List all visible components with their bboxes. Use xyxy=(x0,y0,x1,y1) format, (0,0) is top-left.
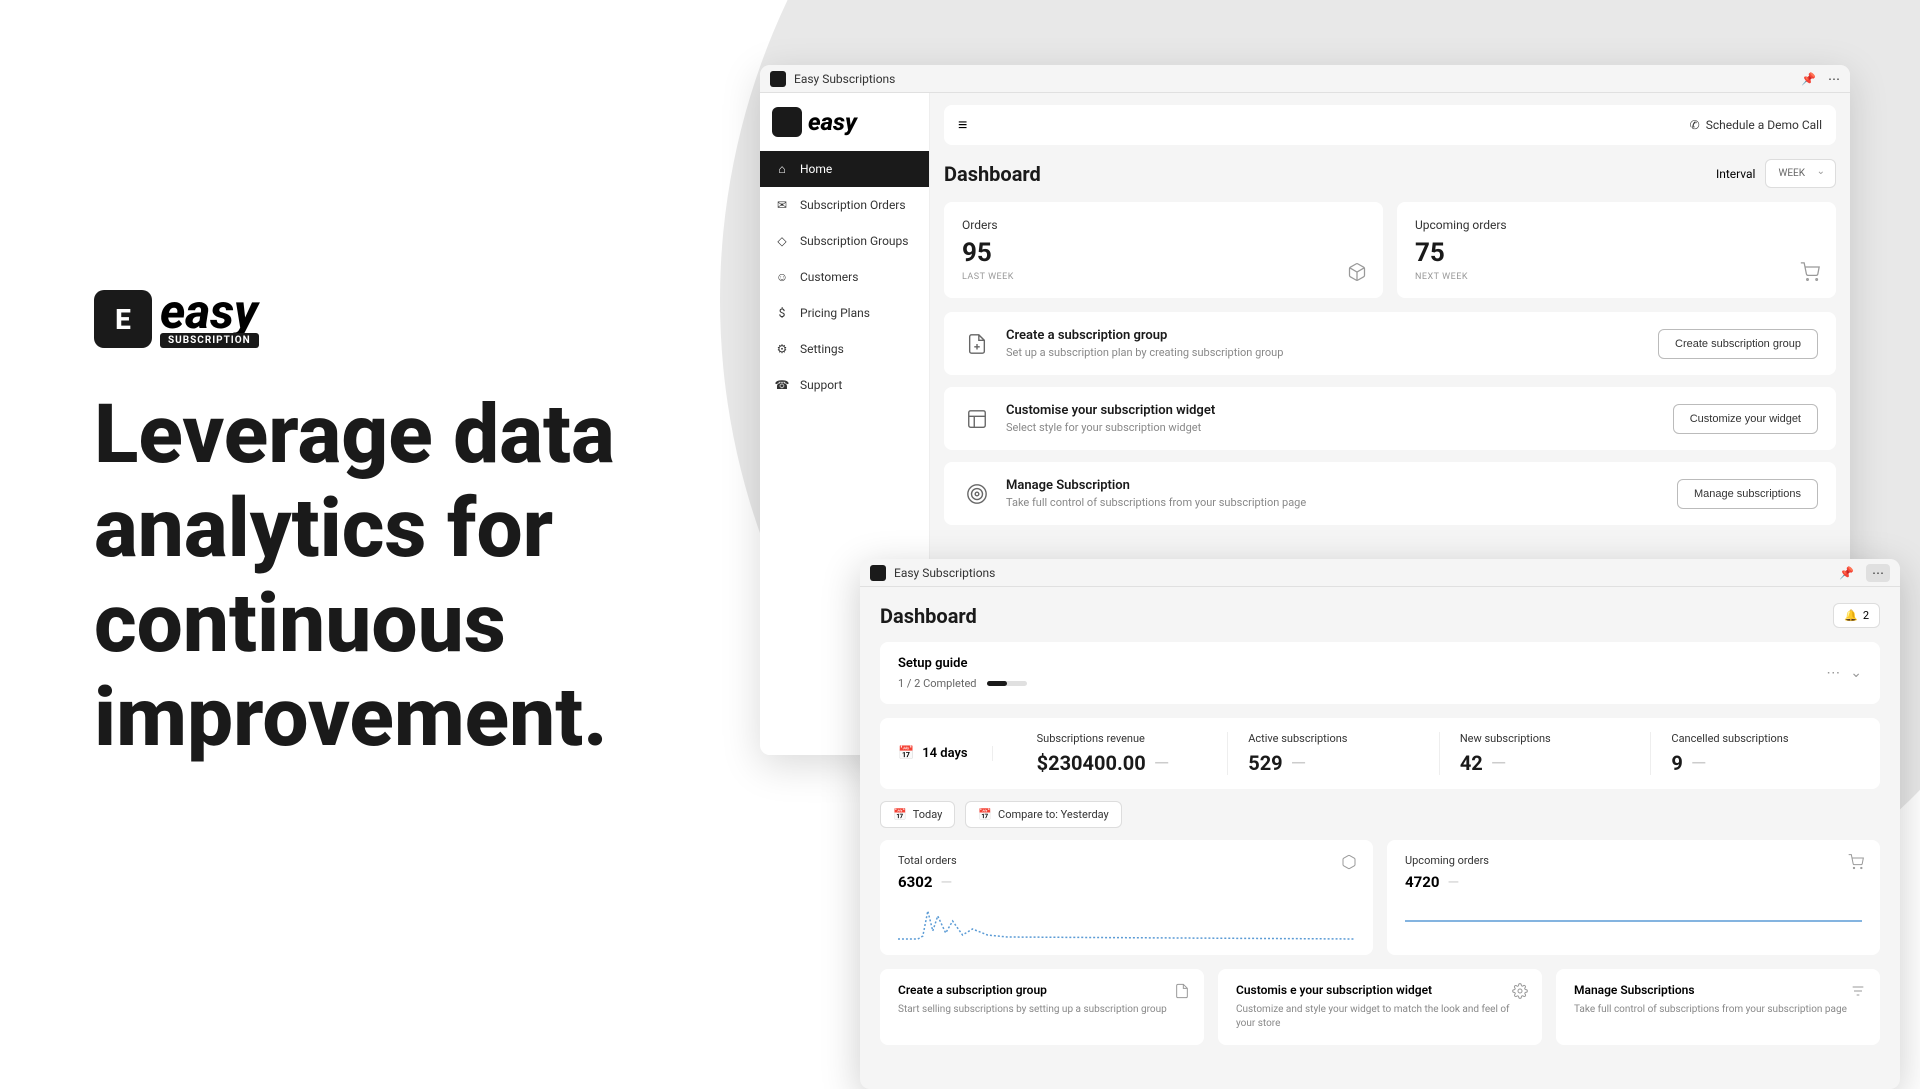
sidebar-item-settings[interactable]: ⚙ Settings xyxy=(760,331,929,367)
more-icon[interactable]: ⋯ xyxy=(1866,564,1890,582)
metric-cancelled: Cancelled subscriptions 9— xyxy=(1651,732,1862,775)
schedule-demo-button[interactable]: ✆ Schedule a Demo Call xyxy=(1690,118,1822,132)
page-title: Dashboard xyxy=(944,162,1041,186)
brand-sub: SUBSCRIPTION xyxy=(160,333,259,348)
sparkline-upcoming xyxy=(1405,901,1862,941)
setup-title: Setup guide xyxy=(898,656,1027,671)
promo-headline: Leverage data analytics for continuous i… xyxy=(94,388,654,765)
file-plus-icon xyxy=(962,329,992,359)
sparkline-orders xyxy=(898,901,1355,941)
sidebar-brand: easy xyxy=(808,108,857,136)
window-title: Easy Subscriptions xyxy=(894,566,995,580)
sidebar-logo: easy xyxy=(760,93,929,151)
action-customize-widget: Customise your subscription widget Selec… xyxy=(944,387,1836,450)
metric-active: Active subscriptions 529— xyxy=(1228,732,1440,775)
card-manage-subscriptions[interactable]: Manage Subscriptions Take full control o… xyxy=(1556,969,1880,1045)
pin-icon[interactable]: 📌 xyxy=(1801,72,1816,86)
sidebar-item-customers[interactable]: ☺ Customers xyxy=(760,259,929,295)
cart-icon xyxy=(1848,854,1864,870)
customize-widget-button[interactable]: Customize your widget xyxy=(1673,404,1818,434)
brand-name: easy xyxy=(160,290,259,333)
tag-icon: ◇ xyxy=(774,233,790,249)
window-titlebar: Easy Subscriptions 📌 ⋯ xyxy=(760,65,1850,93)
chevron-down-icon[interactable]: ⌄ xyxy=(1850,665,1862,681)
stat-orders: Orders 95 LAST WEEK xyxy=(944,202,1383,298)
layout-icon xyxy=(962,404,992,434)
file-icon xyxy=(1174,983,1190,999)
sidebar-item-subscription-groups[interactable]: ◇ Subscription Groups xyxy=(760,223,929,259)
box-icon xyxy=(1347,262,1367,282)
page-title: Dashboard xyxy=(880,604,977,628)
pin-icon[interactable]: 📌 xyxy=(1839,566,1854,580)
metric-new: New subscriptions 42— xyxy=(1440,732,1652,775)
action-manage-subscription: Manage Subscription Take full control of… xyxy=(944,462,1836,525)
create-subscription-group-button[interactable]: Create subscription group xyxy=(1658,329,1818,359)
phone-icon: ✆ xyxy=(1690,118,1700,132)
metrics-card: 📅 14 days Subscriptions revenue $230400.… xyxy=(880,718,1880,789)
setup-progress-text: 1 / 2 Completed xyxy=(898,677,977,690)
window-title: Easy Subscriptions xyxy=(794,72,895,86)
notifications-badge[interactable]: 🔔 2 xyxy=(1833,603,1880,628)
sidebar-item-home[interactable]: ⌂ Home xyxy=(760,151,929,187)
cart-icon xyxy=(1800,262,1820,282)
bell-icon: 🔔 xyxy=(1844,609,1858,622)
metric-revenue: Subscriptions revenue $230400.00— xyxy=(1017,732,1229,775)
home-icon: ⌂ xyxy=(774,161,790,177)
sidebar-item-pricing-plans[interactable]: $ Pricing Plans xyxy=(760,295,929,331)
interval-label: Interval xyxy=(1716,167,1756,181)
card-create-group[interactable]: Create a subscription group Start sellin… xyxy=(880,969,1204,1045)
support-icon: ☎ xyxy=(774,377,790,393)
sidebar-item-support[interactable]: ☎ Support xyxy=(760,367,929,403)
stat-upcoming-orders: Upcoming orders 75 NEXT WEEK xyxy=(1397,202,1836,298)
chart-upcoming-orders: Upcoming orders 4720— xyxy=(1387,840,1880,955)
dollar-icon: $ xyxy=(774,305,790,321)
user-icon: ☺ xyxy=(774,269,790,285)
action-create-group: Create a subscription group Set up a sub… xyxy=(944,312,1836,375)
setup-guide-card: Setup guide 1 / 2 Completed ⋯ ⌄ xyxy=(880,642,1880,704)
card-customize-widget[interactable]: Customis e your subscription widget Cust… xyxy=(1218,969,1542,1045)
calendar-icon: 📅 xyxy=(898,746,914,761)
app-window-front: Easy Subscriptions 📌 ⋯ Dashboard 🔔 2 Set… xyxy=(860,559,1900,1089)
chip-today[interactable]: 📅 Today xyxy=(880,801,955,828)
menu-icon[interactable]: ≡ xyxy=(958,115,967,135)
more-icon[interactable]: ⋯ xyxy=(1828,72,1840,86)
interval-select[interactable]: WEEK xyxy=(1765,159,1836,188)
logo-icon: E xyxy=(94,290,152,348)
sidebar-logo-icon xyxy=(772,107,802,137)
sidebar-item-subscription-orders[interactable]: ✉ Subscription Orders xyxy=(760,187,929,223)
interval-control: Interval WEEK xyxy=(1716,159,1836,188)
chart-total-orders: Total orders 6302— xyxy=(880,840,1373,955)
box-icon xyxy=(1341,854,1357,870)
progress-bar xyxy=(987,681,1027,686)
orders-icon: ✉ xyxy=(774,197,790,213)
manage-subscriptions-button[interactable]: Manage subscriptions xyxy=(1677,479,1818,509)
app-icon xyxy=(770,71,786,87)
calendar-icon: 📅 xyxy=(978,808,992,821)
window-titlebar: Easy Subscriptions 📌 ⋯ xyxy=(860,559,1900,587)
app-icon xyxy=(870,565,886,581)
filters-icon xyxy=(1850,983,1866,999)
calendar-icon: 📅 xyxy=(893,808,907,821)
promo-block: E easy SUBSCRIPTION Leverage data analyt… xyxy=(94,290,654,765)
chip-compare[interactable]: 📅 Compare to: Yesterday xyxy=(965,801,1121,828)
more-icon[interactable]: ⋯ xyxy=(1826,665,1840,681)
target-icon xyxy=(962,479,992,509)
gear-icon xyxy=(1512,983,1528,999)
promo-logo: E easy SUBSCRIPTION xyxy=(94,290,654,348)
topbar: ≡ ✆ Schedule a Demo Call xyxy=(944,105,1836,145)
gear-icon: ⚙ xyxy=(774,341,790,357)
metric-period[interactable]: 📅 14 days xyxy=(898,746,993,761)
